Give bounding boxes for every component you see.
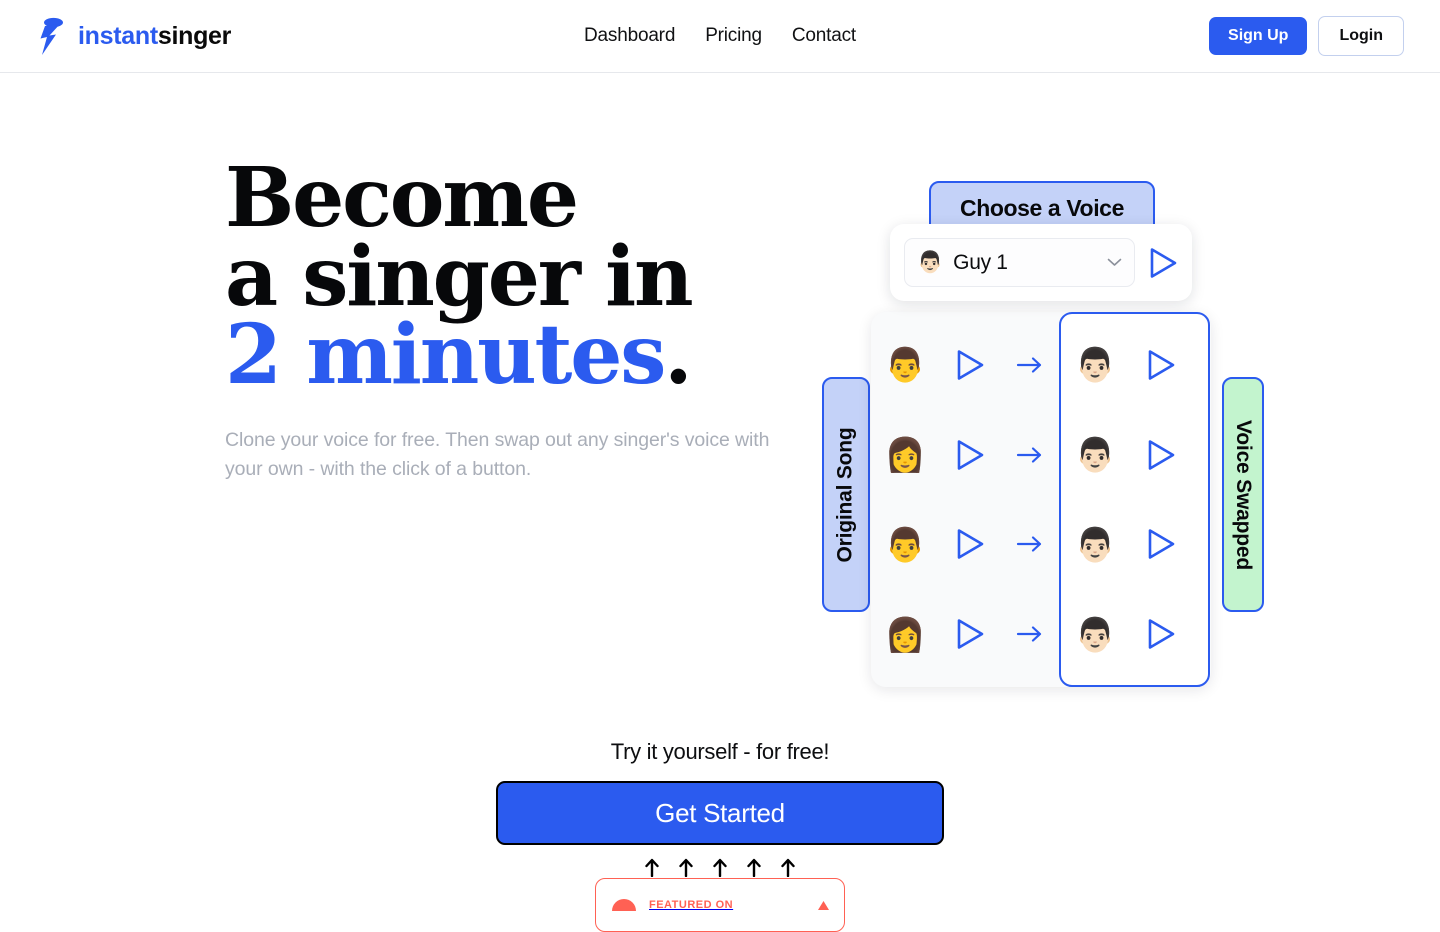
swap-arrow-cell [1001, 445, 1059, 465]
voice-select-dropdown[interactable]: 👨🏻 Guy 1 [904, 238, 1135, 287]
brand-name: instantsinger [78, 22, 231, 51]
target-avatar-cell: 👨🏻 [1059, 618, 1131, 651]
hero-copy: Become a singer in 2 minutes. Clone your… [225, 157, 845, 483]
hero-section: Become a singer in 2 minutes. Clone your… [0, 73, 1440, 900]
voice-swap-illustration: Choose a Voice Original Song Voice Swapp… [818, 181, 1264, 691]
source-avatar-cell: 👨 [871, 528, 939, 561]
nav-item-dashboard[interactable]: Dashboard [584, 25, 675, 47]
avatar: 👨 [884, 346, 926, 384]
arrow-right-icon [1015, 445, 1045, 465]
product-hunt-badge[interactable]: FEATURED ON [595, 878, 845, 932]
voice-swapped-badge: Voice Swapped [1222, 377, 1264, 612]
play-icon[interactable] [1149, 247, 1178, 279]
avatar: 👨🏻 [1074, 615, 1116, 653]
get-started-button[interactable]: Get Started [496, 781, 944, 845]
auth-actions: Sign Up Login [1209, 16, 1404, 56]
arrow-right-icon [1015, 355, 1045, 375]
swap-row: 👨 👨🏻 [871, 500, 1211, 590]
avatar: 👨🏻 [1074, 525, 1116, 563]
source-avatar-cell: 👩 [871, 618, 939, 651]
original-song-label: Original Song [834, 426, 858, 563]
arrow-right-icon [1015, 534, 1045, 554]
target-avatar-cell: 👨🏻 [1059, 528, 1131, 561]
target-play-button[interactable] [1131, 439, 1191, 471]
avatar: 👨 [884, 525, 926, 563]
play-icon [1147, 439, 1176, 471]
original-song-badge: Original Song [822, 377, 870, 612]
avatar: 👨🏻 [1074, 436, 1116, 474]
arrow-up-icon [747, 858, 761, 877]
arrow-up-icon [781, 858, 795, 877]
avatar: 👨🏻 [1074, 346, 1116, 384]
voice-swapped-label: Voice Swapped [1232, 419, 1256, 570]
avatar: 👩 [884, 436, 926, 474]
swap-row: 👨 👨🏻 [871, 320, 1211, 410]
swap-row: 👩 👨🏻 [871, 410, 1211, 500]
voice-select-value: Guy 1 [953, 250, 1008, 274]
main-navigation: Dashboard Pricing Contact [584, 25, 856, 47]
nav-item-pricing[interactable]: Pricing [705, 25, 762, 47]
brand-name-first: instant [78, 21, 158, 50]
source-avatar-cell: 👨 [871, 348, 939, 381]
avatar: 👩 [884, 615, 926, 653]
avatar: 👨🏻 [917, 251, 944, 274]
arrow-up-icon [713, 858, 727, 877]
headline-period: . [664, 307, 693, 404]
headline-accent: 2 minutes [225, 307, 666, 404]
choose-a-voice-label: Choose a Voice [960, 194, 1124, 221]
source-play-button[interactable] [939, 528, 1001, 560]
page-title: Become a singer in 2 minutes. [225, 157, 845, 396]
play-icon [1147, 349, 1176, 381]
product-hunt-label: FEATURED ON [649, 899, 734, 911]
target-avatar-cell: 👨🏻 [1059, 438, 1131, 471]
target-play-button[interactable] [1131, 528, 1191, 560]
play-icon [1147, 618, 1176, 650]
cta-section: Try it yourself - for free! Get Started [0, 739, 1440, 877]
brand-name-second: singer [157, 21, 232, 50]
hero-subtitle: Clone your voice for free. Then swap out… [225, 429, 770, 480]
target-avatar-cell: 👨🏻 [1059, 348, 1131, 381]
play-icon [956, 528, 985, 560]
up-arrows-group [645, 858, 795, 877]
swap-arrow-cell [1001, 624, 1059, 644]
play-icon [956, 349, 985, 381]
source-avatar-cell: 👩 [871, 438, 939, 471]
arrow-right-icon [1015, 624, 1045, 644]
play-icon [956, 439, 985, 471]
target-play-button[interactable] [1131, 349, 1191, 381]
swap-arrow-cell [1001, 534, 1059, 554]
voice-selector-card: 👨🏻 Guy 1 [890, 224, 1192, 301]
sign-up-button[interactable]: Sign Up [1209, 17, 1308, 55]
login-button[interactable]: Login [1318, 16, 1404, 56]
play-icon [956, 618, 985, 650]
arrow-up-icon [645, 858, 659, 877]
site-header: instantsinger Dashboard Pricing Contact … [0, 0, 1440, 73]
swap-row: 👩 👨🏻 [871, 589, 1211, 679]
chevron-down-icon [1107, 258, 1122, 267]
swap-rows: 👨 👨🏻 👩 👨🏻 👨 👨🏻 👩 👨🏻 [871, 312, 1211, 687]
source-play-button[interactable] [939, 349, 1001, 381]
cta-label: Try it yourself - for free! [610, 739, 830, 764]
upvote-triangle-icon [817, 900, 830, 911]
product-hunt-logo-icon [610, 891, 638, 919]
arrow-up-icon [679, 858, 693, 877]
source-play-button[interactable] [939, 439, 1001, 471]
brand-logo-link[interactable]: instantsinger [36, 15, 231, 57]
play-icon [1147, 528, 1176, 560]
target-play-button[interactable] [1131, 618, 1191, 650]
nav-item-contact[interactable]: Contact [792, 25, 856, 47]
source-play-button[interactable] [939, 618, 1001, 650]
lightning-microphone-icon [36, 15, 66, 57]
swap-arrow-cell [1001, 355, 1059, 375]
